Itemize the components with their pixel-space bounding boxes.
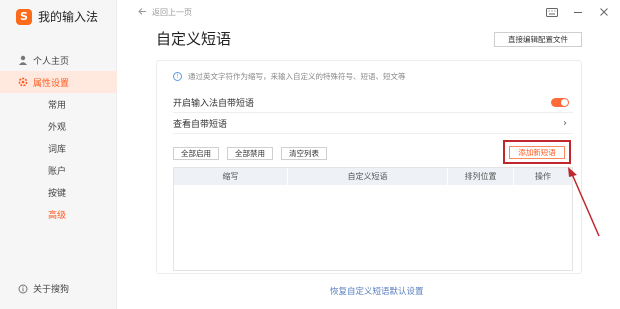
column-abbreviation: 缩写 xyxy=(174,168,288,185)
info-icon: ! xyxy=(173,72,182,81)
sidebar-item-profile[interactable]: 个人主页 xyxy=(0,49,117,71)
about-label: 关于搜狗 xyxy=(33,285,70,295)
sidebar-subitem-advanced[interactable]: 高级 xyxy=(0,203,117,225)
sidebar-item-label: 常用 xyxy=(48,100,67,111)
gear-icon xyxy=(18,77,28,87)
close-icon[interactable] xyxy=(598,6,610,18)
sidebar-item-label: 个人主页 xyxy=(33,56,70,67)
main-content: 返回上一页 自定义短语 直接编辑配置文件 ! 通过英文字符作为缩写，来输入自定义… xyxy=(118,0,620,309)
sidebar-subitem-account[interactable]: 账户 xyxy=(0,159,117,181)
disable-all-button[interactable]: 全部禁用 xyxy=(227,147,273,160)
view-builtin-label: 查看自带短语 xyxy=(173,119,228,130)
divider xyxy=(173,133,573,134)
sidebar-subitem-appearance[interactable]: 外观 xyxy=(0,115,117,137)
sidebar-subitem-common[interactable]: 常用 xyxy=(0,93,117,115)
chevron-right-icon: › xyxy=(563,117,567,129)
info-text: 通过英文字符作为缩写，来输入自定义的特殊符号、短语、短文等 xyxy=(188,72,406,81)
sidebar-item-label: 词库 xyxy=(48,144,67,155)
add-phrase-button[interactable]: 添加新短语 xyxy=(509,145,565,159)
sidebar-item-label: 按键 xyxy=(48,188,67,199)
keyboard-icon[interactable] xyxy=(546,6,558,18)
sidebar-nav: 个人主页 属性设置 常用 外观 词库 账户 按键 高级 xyxy=(0,49,117,225)
column-position: 排列位置 xyxy=(448,168,514,185)
direct-edit-config-button[interactable]: 直接编辑配置文件 xyxy=(494,32,582,47)
minimize-icon[interactable] xyxy=(572,6,584,18)
sidebar-item-label: 外观 xyxy=(48,122,67,133)
sidebar-item-label: 高级 xyxy=(48,210,67,221)
arrow-left-icon xyxy=(138,7,147,18)
settings-panel: ! 通过英文字符作为缩写，来输入自定义的特殊符号、短语、短文等 开启输入法自带短… xyxy=(156,60,582,274)
brand: S 我的输入法 xyxy=(16,8,98,25)
sidebar: S 我的输入法 个人主页 属性设置 常用 外观 词库 账户 按键 高级 关于搜狗 xyxy=(0,0,117,309)
info-circle-icon xyxy=(18,284,28,294)
back-label: 返回上一页 xyxy=(152,8,192,17)
info-note: ! 通过英文字符作为缩写，来输入自定义的特殊符号、短语、短文等 xyxy=(173,71,406,82)
page-title: 自定义短语 xyxy=(156,30,232,48)
sidebar-item-label: 账户 xyxy=(48,166,67,177)
user-icon xyxy=(18,55,28,65)
highlight-box: 添加新短语 xyxy=(503,140,571,164)
column-custom-phrase: 自定义短语 xyxy=(288,168,448,185)
column-actions: 操作 xyxy=(535,172,551,181)
sidebar-subitem-keys[interactable]: 按键 xyxy=(0,181,117,203)
sidebar-subitem-dictionary[interactable]: 词库 xyxy=(0,137,117,159)
about-link[interactable]: 关于搜狗 xyxy=(18,282,69,295)
sogou-logo-icon: S xyxy=(16,8,32,25)
enable-builtin-toggle[interactable] xyxy=(551,97,569,107)
window-controls xyxy=(546,6,610,18)
app-window: S 我的输入法 个人主页 属性设置 常用 外观 词库 账户 按键 高级 关于搜狗… xyxy=(0,0,620,309)
back-button[interactable]: 返回上一页 xyxy=(138,7,192,18)
table-header: 缩写 自定义短语 排列位置 操作 xyxy=(174,168,572,185)
enable-all-button[interactable]: 全部启用 xyxy=(173,147,219,160)
enable-builtin-label: 开启输入法自带短语 xyxy=(173,98,255,109)
sidebar-item-settings[interactable]: 属性设置 xyxy=(0,71,117,93)
clear-list-button[interactable]: 清空列表 xyxy=(281,147,327,160)
phrase-table: 缩写 自定义短语 排列位置 操作 xyxy=(173,167,573,271)
divider xyxy=(173,112,573,113)
bulk-actions: 全部启用 全部禁用 清空列表 xyxy=(173,147,327,160)
restore-defaults-link[interactable]: 恢复自定义短语默认设置 xyxy=(330,285,424,297)
sidebar-item-label: 属性设置 xyxy=(33,78,70,89)
app-name: 我的输入法 xyxy=(38,10,99,24)
view-builtin-row[interactable]: 查看自带短语 › xyxy=(173,115,573,131)
topbar: 返回上一页 xyxy=(118,0,620,24)
enable-builtin-row: 开启输入法自带短语 xyxy=(173,94,573,110)
